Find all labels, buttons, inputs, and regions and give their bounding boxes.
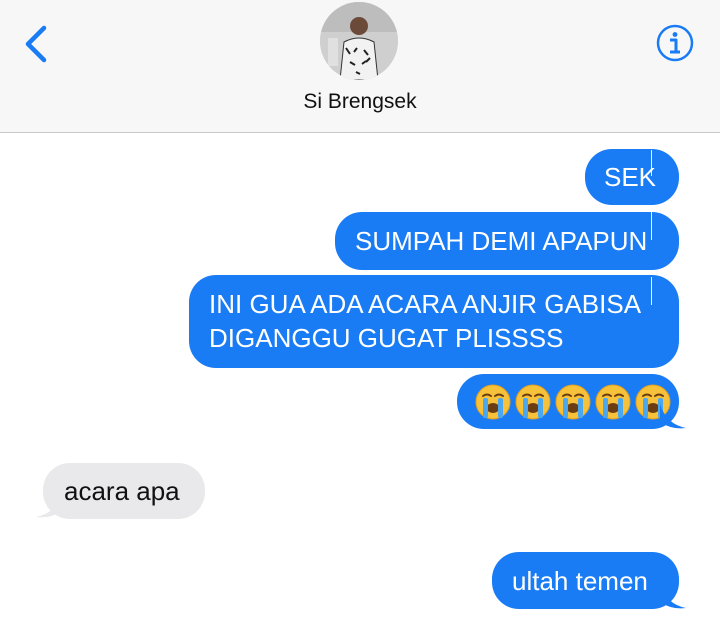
text-cursor xyxy=(651,150,652,176)
info-button[interactable] xyxy=(655,23,695,63)
contact-name[interactable]: Si Brengsek xyxy=(0,90,720,114)
text-cursor xyxy=(651,277,652,305)
loudly-crying-face-emoji xyxy=(475,383,671,420)
incoming-message[interactable]: acara apa xyxy=(43,463,205,519)
message-text-line: INI GUA ADA ACARA ANJIR GABISA xyxy=(209,289,642,319)
bubble-tail xyxy=(660,584,686,609)
emoji-row xyxy=(474,374,679,429)
info-icon xyxy=(656,24,694,62)
chevron-left-icon xyxy=(25,25,47,63)
message-text: acara apa xyxy=(64,476,180,506)
outgoing-message[interactable]: ultah temen xyxy=(492,552,679,609)
outgoing-message[interactable]: INI GUA ADA ACARA ANJIR GABISA DIGANGGU … xyxy=(189,275,679,368)
outgoing-message[interactable]: SUMPAH DEMI APAPUN xyxy=(335,212,679,270)
conversation-header: Si Brengsek xyxy=(0,0,720,133)
text-cursor xyxy=(651,212,652,240)
bubble-tail xyxy=(36,493,62,518)
bubble-tail xyxy=(660,404,686,429)
message-text-line: DIGANGGU GUGAT PLISSSS xyxy=(209,323,564,353)
back-button[interactable] xyxy=(18,22,58,66)
outgoing-message[interactable]: SEK xyxy=(585,149,679,205)
message-text: SEK xyxy=(604,162,657,192)
message-text: SUMPAH DEMI APAPUN xyxy=(355,226,648,256)
avatar-photo xyxy=(320,2,398,80)
outgoing-message[interactable] xyxy=(457,374,679,429)
contact-avatar[interactable] xyxy=(320,2,398,80)
message-text: ultah temen xyxy=(512,566,648,596)
